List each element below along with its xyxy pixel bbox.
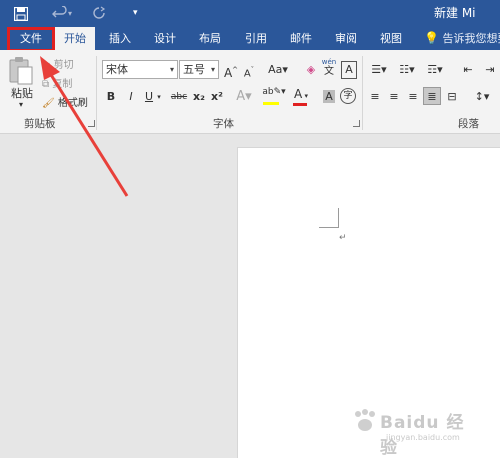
word-window: ▾ ▾ 新建 Mi 文件 开始 插入 设计 布局 引用 邮件 审阅 视图 💡 告… — [0, 0, 500, 458]
annotation-arrow-icon — [40, 56, 129, 197]
